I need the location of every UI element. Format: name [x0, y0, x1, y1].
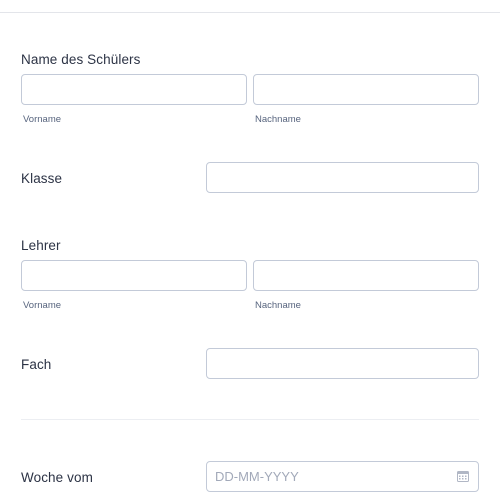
teacher-first-name-input[interactable] — [21, 260, 247, 291]
class-label: Klasse — [21, 171, 63, 186]
week-label: Woche vom — [21, 470, 93, 485]
teacher-last-name-input[interactable] — [253, 260, 479, 291]
week-date-input[interactable]: DD-MM-YYYY — [206, 461, 479, 492]
student-last-name-input[interactable] — [253, 74, 479, 105]
calendar-icon[interactable] — [457, 470, 469, 482]
student-first-name-input[interactable] — [21, 74, 247, 105]
student-name-label: Name des Schülers — [21, 52, 141, 67]
teacher-last-name-sublabel: Nachname — [255, 300, 301, 311]
student-last-name-sublabel: Nachname — [255, 114, 301, 125]
week-date-placeholder: DD-MM-YYYY — [215, 469, 299, 484]
top-divider — [0, 12, 500, 13]
teacher-first-name-sublabel: Vorname — [23, 300, 62, 311]
class-input[interactable] — [206, 162, 479, 193]
teacher-label: Lehrer — [21, 238, 61, 253]
section-divider — [21, 419, 479, 420]
subject-label: Fach — [21, 357, 52, 372]
student-first-name-sublabel: Vorname — [23, 114, 62, 125]
subject-input[interactable] — [206, 348, 479, 379]
